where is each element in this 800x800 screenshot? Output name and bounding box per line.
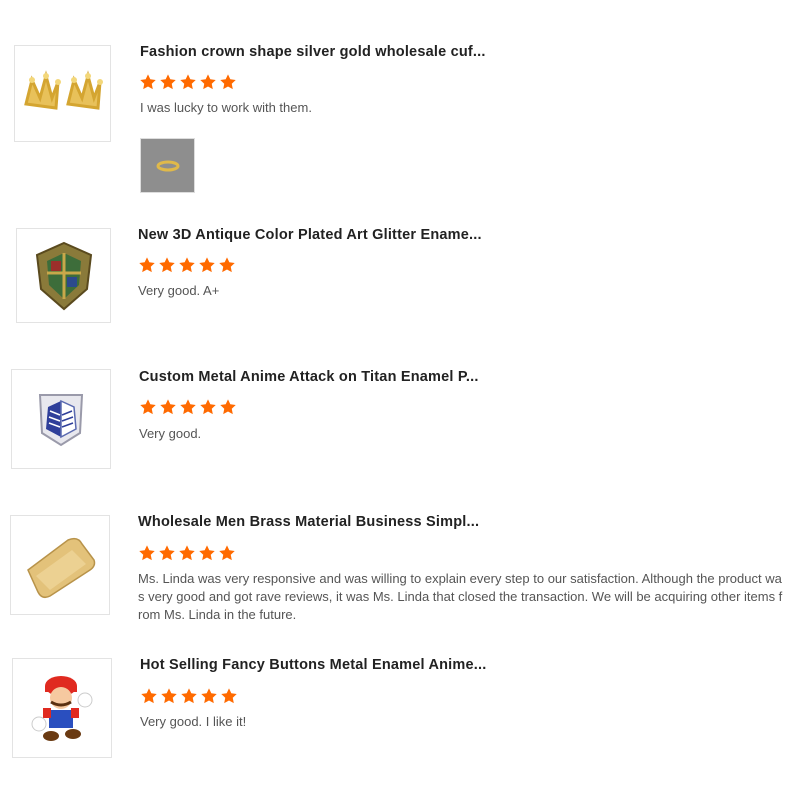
star-rating	[139, 398, 238, 416]
mario-enamel-pin-image	[31, 676, 93, 741]
product-thumbnail[interactable]	[14, 45, 111, 142]
star-icon	[138, 256, 157, 274]
star-icon	[159, 398, 178, 416]
star-icon	[160, 687, 179, 705]
star-icon	[219, 73, 238, 91]
star-icon	[218, 256, 237, 274]
product-thumbnail[interactable]	[11, 369, 111, 469]
product-title[interactable]: Wholesale Men Brass Material Business Si…	[138, 514, 479, 530]
star-icon	[180, 687, 199, 705]
review-comment: Very good. I like it!	[140, 714, 247, 729]
star-icon	[138, 544, 157, 562]
star-icon	[178, 256, 197, 274]
star-icon	[158, 256, 177, 274]
customer-photo-ring	[156, 160, 179, 171]
crest-enamel-pin-image	[35, 241, 92, 310]
star-icon	[179, 398, 198, 416]
product-title[interactable]: Fashion crown shape silver gold wholesal…	[140, 44, 486, 60]
review-comment: I was lucky to work with them.	[140, 100, 312, 115]
star-rating	[138, 544, 237, 562]
review-comment: Ms. Linda was very responsive and was wi…	[138, 571, 783, 622]
customer-photo[interactable]	[140, 138, 195, 193]
star-icon	[179, 73, 198, 91]
wings-of-freedom-pin-image	[38, 394, 84, 447]
review-comment: Very good.	[139, 426, 202, 441]
star-icon	[140, 687, 159, 705]
star-icon	[220, 687, 239, 705]
star-rating	[138, 256, 237, 274]
star-icon	[178, 544, 197, 562]
star-icon	[218, 544, 237, 562]
product-thumbnail[interactable]	[16, 228, 111, 323]
star-icon	[198, 544, 217, 562]
brass-money-clip-image	[27, 537, 96, 599]
star-icon	[139, 73, 158, 91]
star-rating	[139, 73, 238, 91]
gold-crown-cufflinks-image	[23, 69, 103, 110]
product-thumbnail[interactable]	[10, 515, 110, 615]
star-icon	[139, 398, 158, 416]
product-title[interactable]: Custom Metal Anime Attack on Titan Ename…	[139, 369, 479, 385]
star-icon	[198, 256, 217, 274]
review-comment: Very good. A+	[138, 283, 220, 298]
product-thumbnail[interactable]	[12, 658, 112, 758]
product-title[interactable]: New 3D Antique Color Plated Art Glitter …	[138, 227, 482, 243]
star-rating	[140, 687, 239, 705]
product-title[interactable]: Hot Selling Fancy Buttons Metal Enamel A…	[140, 657, 486, 673]
star-icon	[219, 398, 238, 416]
star-icon	[200, 687, 219, 705]
star-icon	[199, 398, 218, 416]
star-icon	[158, 544, 177, 562]
star-icon	[159, 73, 178, 91]
star-icon	[199, 73, 218, 91]
